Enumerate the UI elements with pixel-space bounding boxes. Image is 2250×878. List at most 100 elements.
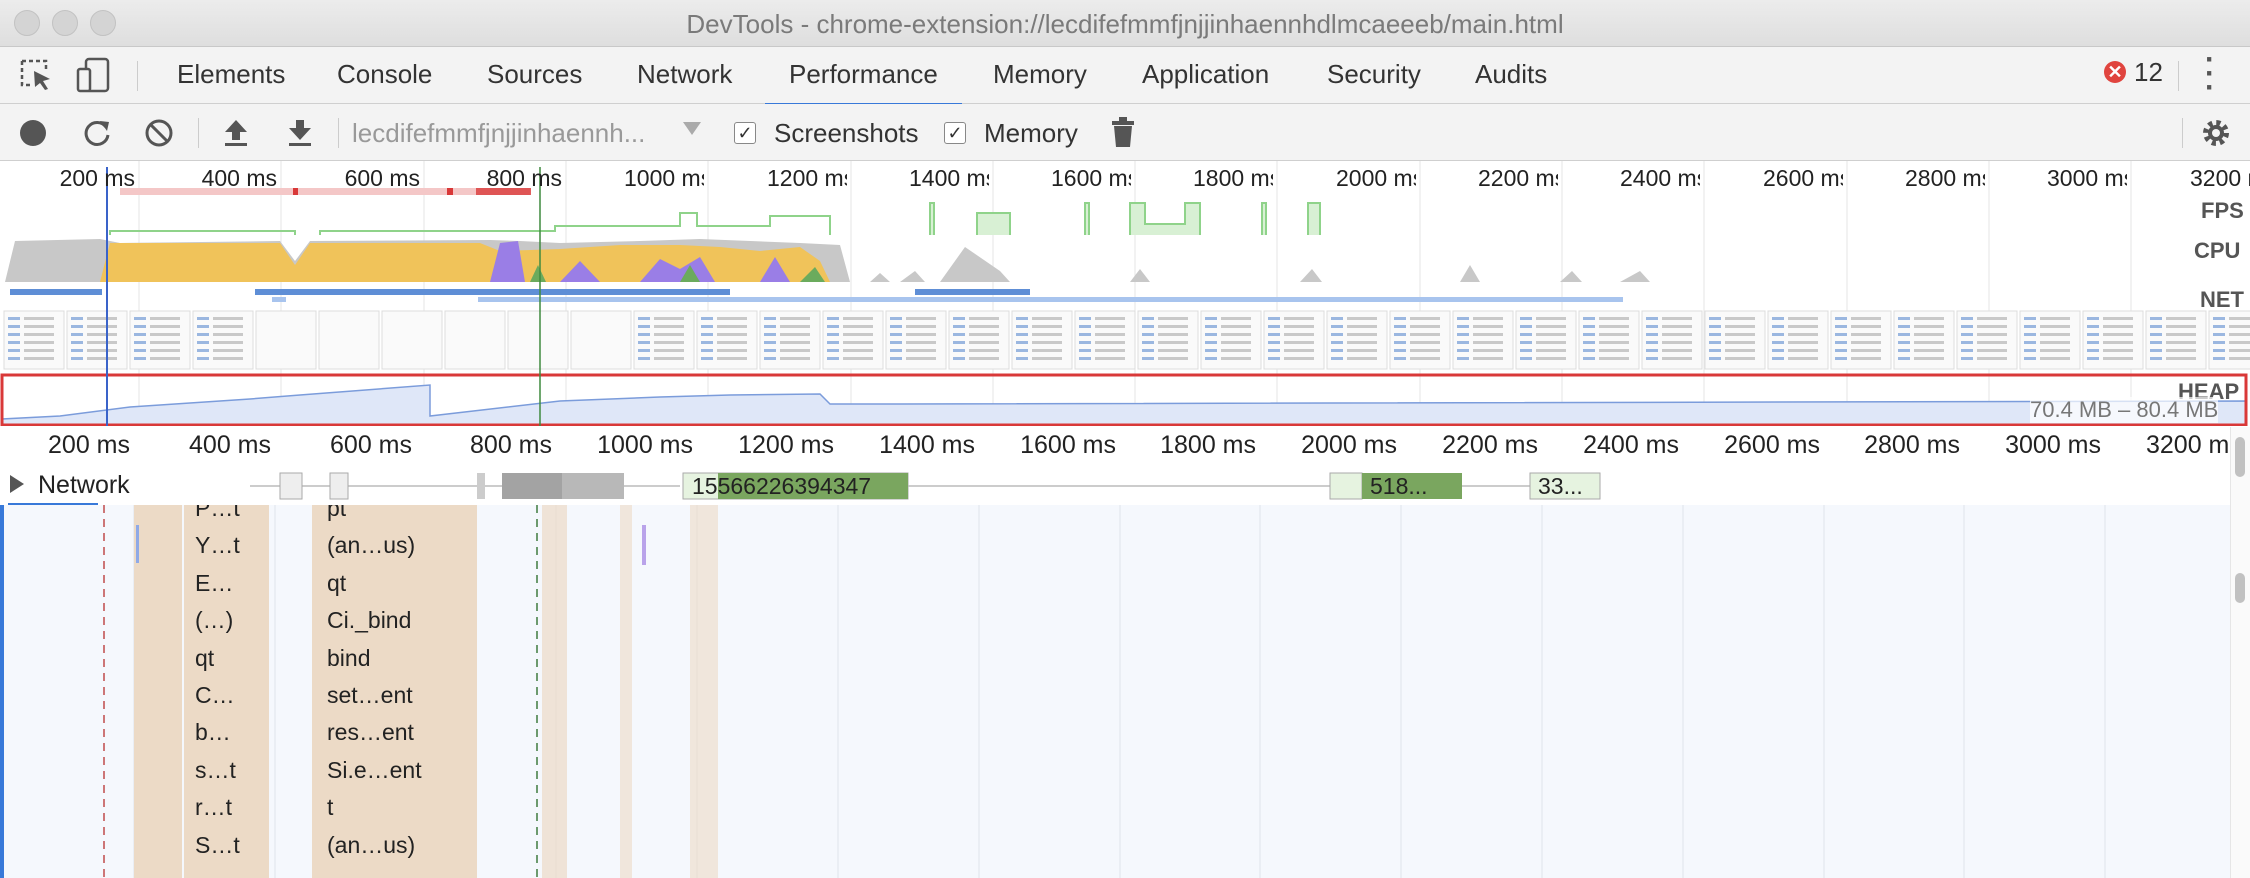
memory-label[interactable]: Memory — [984, 118, 1078, 149]
vertical-scrollbar[interactable] — [2230, 427, 2250, 878]
profile-select[interactable]: lecdifefmmfjnjjinhaennh... — [352, 118, 657, 149]
download-icon[interactable] — [286, 118, 314, 148]
network-track[interactable]: Network 1556622639434​7 518... 33... — [0, 467, 2230, 506]
overview-tick-label: 2000 ms — [1336, 165, 1416, 191]
screenshot-thumbnail — [1641, 310, 1703, 370]
screenshots-label[interactable]: Screenshots — [774, 118, 919, 149]
more-icon[interactable]: · · · — [2205, 45, 2215, 103]
device-toggle-icon[interactable] — [76, 57, 112, 93]
flame-call-label[interactable]: t — [327, 794, 333, 821]
screenshot-thumbnail — [2145, 310, 2207, 370]
upload-icon[interactable] — [222, 118, 250, 148]
screenshot-thumbnail — [1011, 310, 1073, 370]
screenshot-thumbnail — [66, 310, 128, 370]
clear-icon[interactable] — [144, 118, 174, 148]
flame-call-label[interactable]: s…t — [195, 757, 236, 784]
flame-call-label[interactable]: set…ent — [327, 682, 413, 709]
flame-call-label[interactable]: Ci._bind — [327, 607, 411, 634]
flame-chart[interactable]: P…t Y…t E… (…) qt C… b… s…t r…t S…t pt (an…us) qt Ci.… — [0, 505, 2230, 878]
tab-application[interactable]: Application — [1142, 57, 1269, 103]
flame-call-label[interactable]: bind — [327, 645, 370, 672]
overview-tick-label: 1000 ms — [624, 165, 704, 191]
network-request-label[interactable]: 1556622639434​7 — [692, 473, 871, 500]
overview-tick-label: 2400 ms — [1620, 165, 1700, 191]
tab-security[interactable]: Security — [1327, 57, 1421, 103]
overview-graphics — [0, 161, 2250, 426]
screenshot-thumbnail — [507, 310, 569, 370]
fps-track-label: FPS — [2201, 198, 2244, 223]
timeline-tick-label: 1400 ms — [879, 431, 975, 459]
overview-tick-label: 3200 ms — [2190, 165, 2250, 191]
tab-console[interactable]: Console — [337, 57, 432, 103]
flame-call-label[interactable]: qt — [327, 570, 346, 597]
tab-network[interactable]: Network — [637, 57, 732, 103]
divider — [137, 61, 138, 91]
error-icon[interactable]: ✕ — [2104, 61, 2126, 83]
screenshot-thumbnail — [2208, 310, 2250, 370]
reload-icon[interactable] — [82, 118, 112, 148]
overview-tick-label: 1200 ms — [767, 165, 847, 191]
divider — [338, 118, 339, 148]
scrollbar-thumb-secondary[interactable] — [2235, 573, 2245, 603]
flame-call-label[interactable]: S…t — [195, 832, 240, 859]
window-title: DevTools - chrome-extension://lecdifefmm… — [686, 9, 1564, 39]
tab-elements[interactable]: Elements — [177, 57, 285, 103]
screenshot-thumbnail — [1263, 310, 1325, 370]
flame-call-label[interactable]: C… — [195, 682, 235, 709]
timeline-tick-label: 400 ms — [189, 431, 271, 459]
tab-audits[interactable]: Audits — [1475, 57, 1547, 103]
flame-call-label[interactable]: Y…t — [195, 532, 240, 559]
timeline-tick-label: 2200 ms — [1442, 431, 1538, 459]
flame-call-label[interactable]: qt — [195, 645, 214, 672]
flame-call-label[interactable]: Si.e…ent — [327, 757, 422, 784]
overview-tick-label: 600 ms — [344, 165, 420, 191]
timeline-tick-label: 3200 ms — [2146, 431, 2230, 459]
overview-tick-label: 2200 ms — [1478, 165, 1558, 191]
flame-call-label[interactable]: (…) — [195, 607, 233, 634]
tab-performance[interactable]: Performance — [765, 57, 962, 106]
screenshot-thumbnail — [1452, 310, 1514, 370]
screenshot-thumbnail — [1326, 310, 1388, 370]
scrollbar-thumb[interactable] — [2235, 437, 2245, 477]
flame-call-label[interactable]: E… — [195, 570, 233, 597]
network-request-label[interactable]: 33... — [1538, 473, 1583, 500]
performance-toolbar: lecdifefmmfjnjjinhaennh... ✓ Screenshots… — [0, 104, 2250, 161]
tab-sources[interactable]: Sources — [487, 57, 582, 103]
screenshot-thumbnail — [1956, 310, 2018, 370]
screenshot-thumbnail — [696, 310, 758, 370]
screenshot-thumbnail — [1389, 310, 1451, 370]
screenshot-thumbnail — [2082, 310, 2144, 370]
flame-call-label[interactable]: b… — [195, 719, 231, 746]
flame-call-label[interactable]: (an…us) — [327, 832, 415, 859]
network-request-label[interactable]: 518... — [1370, 473, 1428, 500]
network-bars — [250, 472, 1601, 500]
overview-tick-label: 400 ms — [201, 165, 277, 191]
timeline-ruler: 200 ms 400 ms 600 ms 800 ms 1000 ms 1200 ms 14… — [0, 427, 2250, 468]
timeline-overview[interactable]: 200 ms 400 ms 600 ms 800 ms 1000 ms 1200 ms 14… — [0, 161, 2250, 426]
inspect-icon[interactable] — [20, 59, 54, 91]
settings-icon[interactable] — [2200, 117, 2232, 149]
error-count[interactable]: 12 — [2134, 57, 2163, 88]
screenshots-checkbox[interactable]: ✓ — [734, 122, 756, 144]
flame-call-label[interactable]: P…t — [195, 505, 240, 522]
timeline-tick-label: 2400 ms — [1583, 431, 1679, 459]
tab-memory[interactable]: Memory — [993, 57, 1087, 103]
screenshot-thumbnail — [633, 310, 695, 370]
record-icon[interactable] — [20, 120, 46, 146]
flame-call-label[interactable]: r…t — [195, 794, 232, 821]
timeline-tick-label: 1000 ms — [597, 431, 693, 459]
timeline-tick-label: 1600 ms — [1020, 431, 1116, 459]
flame-call-label[interactable]: (an…us) — [327, 532, 415, 559]
overview-tick-label: 1600 ms — [1051, 165, 1131, 191]
screenshot-thumbnail — [1074, 310, 1136, 370]
trash-icon[interactable] — [1110, 116, 1136, 148]
chevron-down-icon[interactable] — [683, 122, 701, 135]
screenshot-thumbnail — [822, 310, 884, 370]
screenshot-thumbnail — [885, 310, 947, 370]
memory-checkbox[interactable]: ✓ — [944, 122, 966, 144]
overview-tick-label: 800 ms — [486, 165, 562, 191]
overview-tick-label: 3000 ms — [2047, 165, 2127, 191]
screenshot-thumbnail — [318, 310, 380, 370]
flame-call-label[interactable]: pt — [327, 505, 346, 522]
flame-call-label[interactable]: res…ent — [327, 719, 414, 746]
